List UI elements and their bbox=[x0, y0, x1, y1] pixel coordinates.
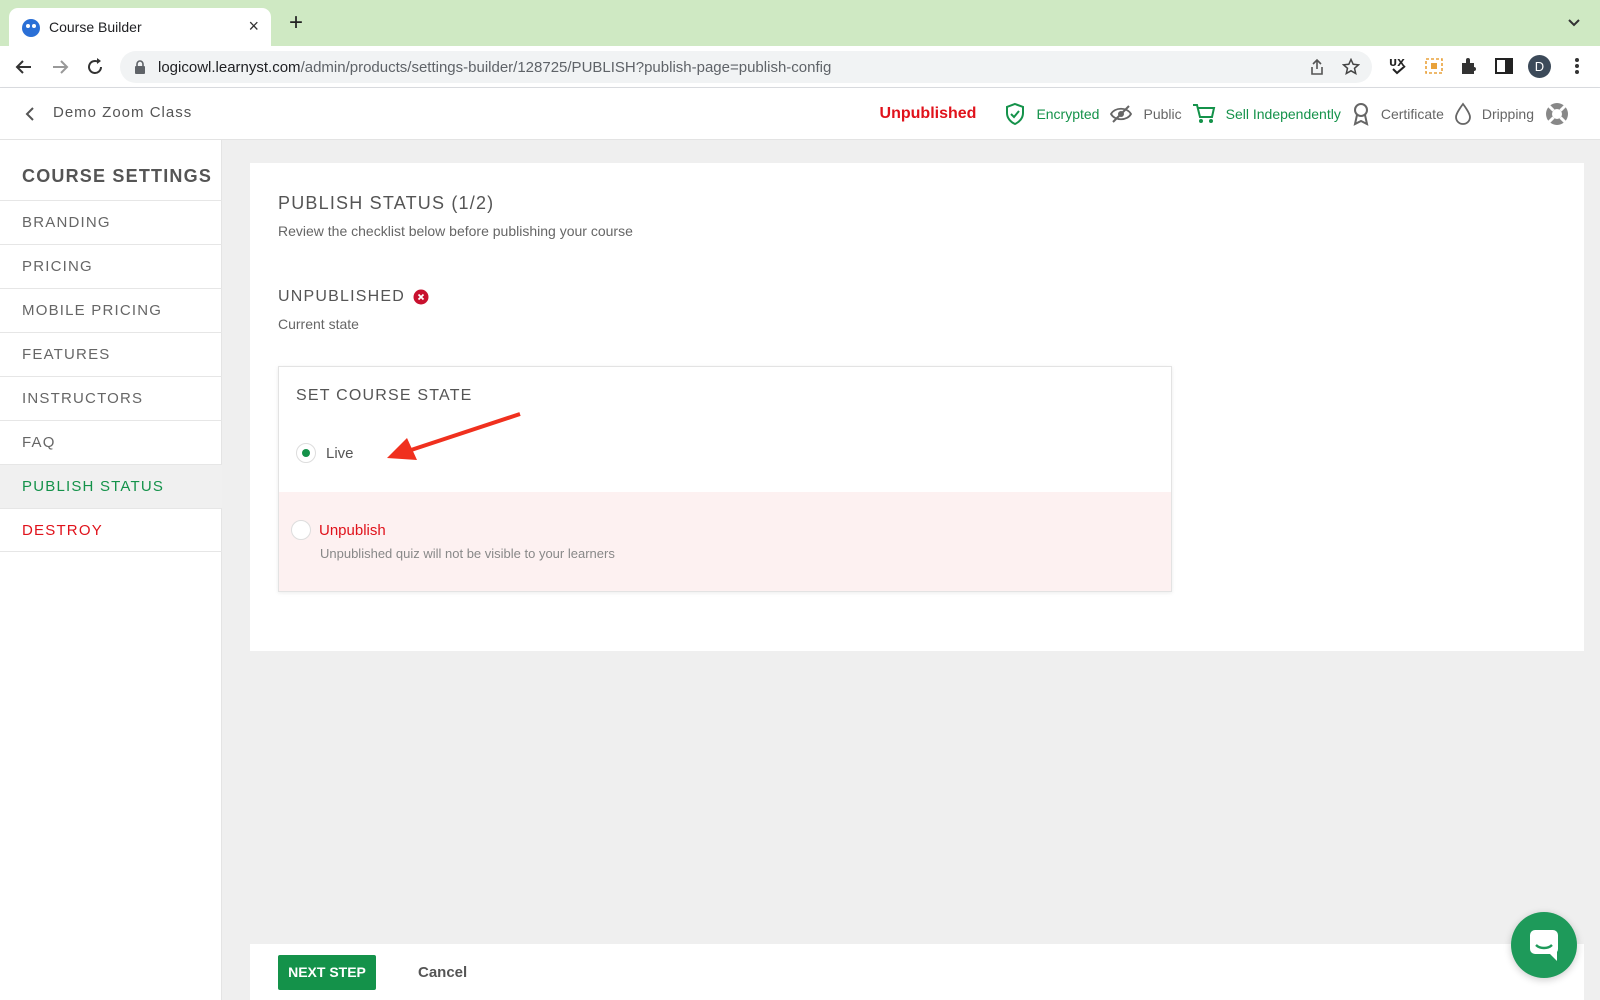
status-public-label: Public bbox=[1143, 106, 1182, 122]
status-sell-label: Sell Independently bbox=[1225, 106, 1341, 122]
shield-check-icon bbox=[1006, 102, 1025, 126]
sidebar-item-mobile-pricing[interactable]: MOBILE PRICING bbox=[0, 288, 222, 332]
lock-icon[interactable] bbox=[134, 60, 146, 74]
course-name[interactable]: Demo Zoom Class bbox=[53, 104, 192, 121]
puzzle-extensions-icon[interactable] bbox=[1459, 56, 1479, 76]
live-label[interactable]: Live bbox=[326, 445, 354, 462]
ribbon-icon bbox=[1353, 103, 1369, 126]
main-content: PUBLISH STATUS (1/2) Review the checklis… bbox=[222, 140, 1600, 1000]
owl-favicon-icon bbox=[22, 19, 40, 37]
close-tab-icon[interactable]: × bbox=[248, 16, 259, 36]
sidebar-item-publish-status[interactable]: PUBLISH STATUS bbox=[0, 464, 222, 508]
browser-menu-icon[interactable] bbox=[1574, 56, 1580, 76]
sidebar-item-pricing[interactable]: PRICING bbox=[0, 244, 222, 288]
page-title: PUBLISH STATUS (1/2) bbox=[278, 193, 495, 213]
new-tab-button[interactable]: + bbox=[289, 11, 303, 35]
status-certificate: Certificate bbox=[1341, 102, 1444, 126]
status-encrypted: Encrypted bbox=[994, 102, 1099, 126]
sidebar-item-destroy[interactable]: DESTROY bbox=[0, 508, 222, 552]
chevron-down-icon[interactable] bbox=[1566, 14, 1582, 30]
chat-bubble-icon bbox=[1530, 930, 1558, 961]
tab-title: Course Builder bbox=[49, 19, 142, 35]
course-settings-sidebar: COURSE SETTINGS BRANDING PRICING MOBILE … bbox=[0, 140, 222, 1000]
unpublish-label[interactable]: Unpublish bbox=[319, 522, 386, 539]
unpublish-option-zone: Unpublish Unpublished quiz will not be v… bbox=[279, 492, 1171, 591]
sidebar-item-instructors[interactable]: INSTRUCTORS bbox=[0, 376, 222, 420]
browser-tab[interactable]: Course Builder × bbox=[9, 8, 271, 46]
status-encrypted-label: Encrypted bbox=[1036, 106, 1100, 122]
share-icon[interactable] bbox=[1308, 58, 1326, 76]
ux-extension-icon[interactable]: UX bbox=[1389, 56, 1409, 76]
drop-icon bbox=[1454, 102, 1471, 125]
course-status-row: Unpublished Encrypted Public Sell Indepe… bbox=[880, 88, 1600, 140]
back-chevron-icon[interactable] bbox=[24, 106, 36, 122]
set-course-state-card: SET COURSE STATE Live Unpublish Unpublis… bbox=[278, 366, 1172, 592]
sidebar-heading: COURSE SETTINGS bbox=[22, 166, 213, 186]
current-state-caption: Current state bbox=[278, 316, 359, 332]
bookmark-star-icon[interactable] bbox=[1342, 58, 1360, 76]
help-lifebuoy-icon[interactable] bbox=[1544, 101, 1570, 127]
chat-launcher-button[interactable] bbox=[1511, 912, 1577, 978]
annotation-arrow-icon bbox=[387, 412, 521, 460]
publish-status-panel: PUBLISH STATUS (1/2) Review the checklis… bbox=[250, 163, 1584, 651]
cart-icon bbox=[1192, 104, 1215, 123]
live-radio[interactable] bbox=[296, 443, 316, 463]
status-dripping-label: Dripping bbox=[1481, 106, 1534, 122]
browser-tab-strip: Course Builder × + bbox=[0, 0, 1600, 46]
page-subtitle: Review the checklist below before publis… bbox=[278, 223, 633, 239]
unpublish-help-text: Unpublished quiz will not be visible to … bbox=[320, 546, 615, 561]
screenshot-extension-icon[interactable] bbox=[1424, 56, 1444, 76]
x-circle-icon bbox=[413, 289, 429, 305]
back-arrow-icon[interactable] bbox=[14, 57, 34, 77]
status-sell-independently: Sell Independently bbox=[1182, 103, 1341, 125]
unpublish-option[interactable]: Unpublish bbox=[291, 520, 386, 540]
sidebar-item-faq[interactable]: FAQ bbox=[0, 420, 222, 464]
profile-avatar[interactable]: D bbox=[1528, 55, 1551, 78]
address-bar[interactable]: logicowl.learnyst.com/admin/products/set… bbox=[120, 51, 1372, 83]
live-option[interactable]: Live bbox=[296, 443, 354, 463]
url-text[interactable]: logicowl.learnyst.com/admin/products/set… bbox=[158, 59, 831, 76]
sidebar-item-branding[interactable]: BRANDING bbox=[0, 200, 222, 244]
sidebar-item-features[interactable]: FEATURES bbox=[0, 332, 222, 376]
eye-slash-icon bbox=[1110, 105, 1133, 123]
cancel-button[interactable]: Cancel bbox=[418, 955, 467, 990]
card-title: SET COURSE STATE bbox=[296, 387, 473, 404]
publish-status-text: Unpublished bbox=[879, 105, 977, 122]
status-dripping: Dripping bbox=[1444, 101, 1600, 127]
unpublish-radio[interactable] bbox=[291, 520, 311, 540]
url-path: /admin/products/settings-builder/128725/… bbox=[300, 59, 832, 76]
sidebar-nav: BRANDING PRICING MOBILE PRICING FEATURES… bbox=[0, 200, 222, 552]
forward-arrow-icon[interactable] bbox=[50, 57, 70, 77]
status-certificate-label: Certificate bbox=[1380, 106, 1444, 122]
footer-action-bar: NEXT STEP Cancel bbox=[250, 944, 1584, 1000]
current-state-label: UNPUBLISHED bbox=[278, 288, 406, 305]
next-step-button[interactable]: NEXT STEP bbox=[278, 955, 376, 990]
current-state-title: UNPUBLISHED bbox=[278, 288, 429, 306]
status-public: Public bbox=[1099, 104, 1182, 124]
url-host: logicowl.learnyst.com bbox=[158, 59, 301, 76]
side-panel-icon[interactable] bbox=[1494, 56, 1514, 76]
browser-toolbar: logicowl.learnyst.com/admin/products/set… bbox=[0, 46, 1600, 88]
course-header: Demo Zoom Class Unpublished Encrypted Pu… bbox=[0, 88, 1600, 140]
reload-icon[interactable] bbox=[85, 57, 105, 77]
